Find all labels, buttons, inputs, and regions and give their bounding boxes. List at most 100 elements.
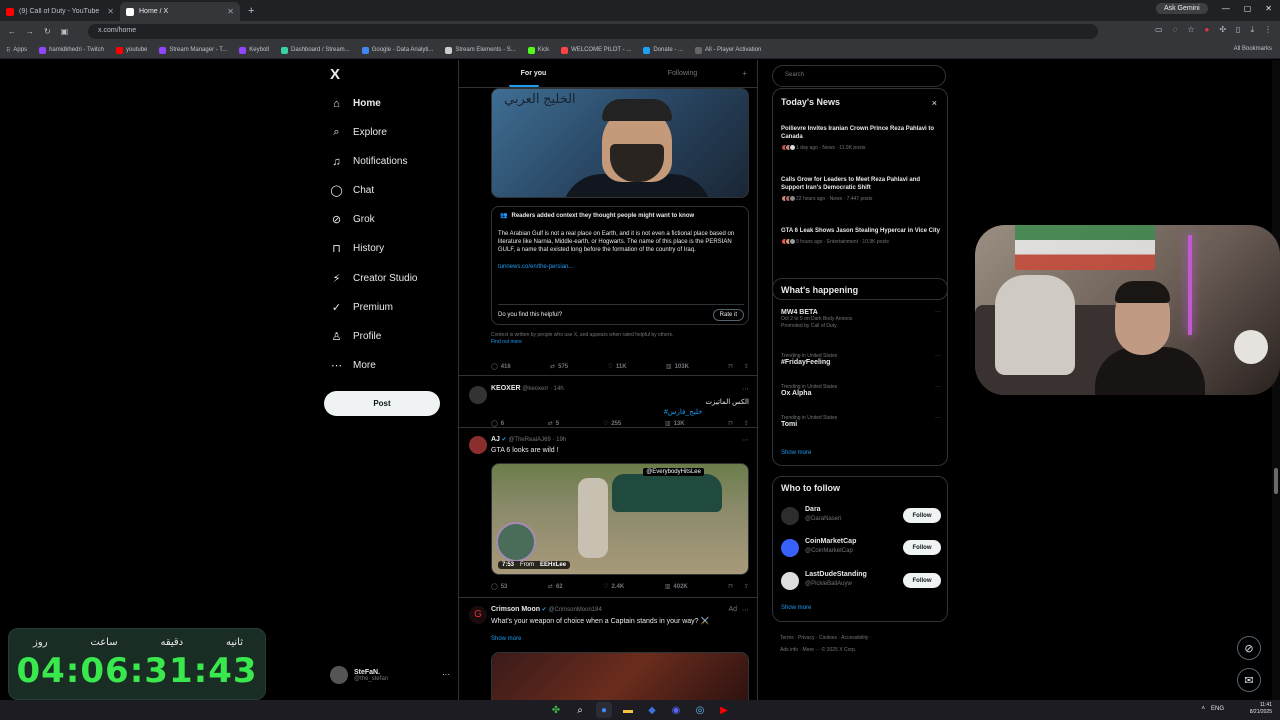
tweet-more-icon[interactable]: ⋯ (742, 436, 749, 444)
close-icon[interactable]: ✕ (227, 7, 234, 16)
clock[interactable]: 11:41 8/21/2025 (1250, 702, 1272, 716)
repost-button[interactable]: ⇄ 5 (548, 420, 559, 428)
page-scrollbar-thumb[interactable] (1274, 468, 1278, 494)
discord-icon[interactable]: ◉ (668, 702, 684, 718)
views-button[interactable]: ▥ 103K (666, 363, 689, 371)
trend-item[interactable]: Trending in United States Ox Alpha ··· (781, 384, 941, 397)
bookmark-item[interactable]: Kick (527, 46, 549, 54)
tab-search-icon[interactable]: ▣ (61, 27, 69, 36)
language-indicator[interactable]: ENG (1211, 706, 1224, 712)
follow-suggestion[interactable]: Dara @DaraNaseri Follow (781, 505, 941, 525)
browser-tab-x[interactable]: Home / X ✕ (120, 2, 240, 21)
start-icon[interactable]: ✤ (548, 702, 564, 718)
reply-button[interactable]: ◯ 6 (491, 420, 504, 428)
bookmark-button[interactable]: ⊓ ⇪ (728, 363, 749, 370)
tab-following[interactable]: Following (608, 60, 757, 87)
address-bar[interactable]: x.com/home (88, 24, 1098, 39)
views-button[interactable]: ▥ 402K (665, 583, 688, 591)
close-icon[interactable]: × (932, 98, 937, 108)
extension-icon[interactable]: ● (1205, 25, 1210, 35)
reload-icon[interactable]: ↻ (44, 27, 51, 36)
tweet-more-icon[interactable]: ⋯ (742, 385, 749, 393)
news-item[interactable]: Poilievre Invites Iranian Crown Prince R… (781, 125, 941, 151)
sidebar-icon[interactable]: ▯ (1236, 25, 1240, 35)
bookmark-button[interactable]: ⊓ ⇪ (728, 583, 749, 590)
nav-item-premium[interactable]: ✓ Premium (330, 301, 393, 314)
share-icon[interactable]: ⇪ (744, 363, 749, 370)
minimize-icon[interactable]: — (1222, 4, 1230, 13)
grok-floating-button[interactable]: ⊘ (1237, 636, 1261, 660)
chrome-icon[interactable]: ● (596, 702, 612, 718)
bookmark-item[interactable]: WELCOME PILOT - ... (561, 46, 631, 54)
follow-button[interactable]: Follow (903, 508, 941, 523)
repost-button[interactable]: ⇄ 62 (548, 583, 563, 591)
bookmark-item[interactable]: youtube (116, 46, 147, 54)
tab-for-you[interactable]: For you (459, 60, 608, 87)
eye-off-icon[interactable]: ◌ (1173, 25, 1178, 35)
tweet[interactable]: KEOXER @keoxerr · 14h ⋯ الکس الماتیزت #خ… (459, 375, 757, 433)
bookmark-button[interactable]: ⊓ ⇪ (728, 420, 749, 427)
show-more-link[interactable]: Show more (781, 605, 811, 611)
post-button[interactable]: Post (324, 391, 440, 416)
bookmark-item[interactable]: Dashboard / Stream... (280, 46, 350, 54)
follow-button[interactable]: Follow (903, 573, 941, 588)
show-more-link[interactable]: Show more (491, 636, 521, 642)
close-window-icon[interactable]: ✕ (1265, 4, 1272, 13)
feed-settings-icon[interactable]: + (742, 69, 747, 78)
views-button[interactable]: ▥ 13K (665, 420, 685, 428)
trend-more-icon[interactable]: ··· (935, 353, 941, 359)
news-item[interactable]: GTA 6 Leak Shows Jason Stealing Hypercar… (781, 227, 941, 245)
hashtag-link[interactable]: #خلیج_فارس (664, 408, 702, 416)
nav-item-grok[interactable]: ⊘ Grok (330, 213, 375, 226)
trend-item[interactable]: MW4 BETA Oct 2 to 5 on Dark Body Annoos … (781, 309, 941, 330)
nav-item-creator-studio[interactable]: ⚡ Creator Studio (330, 272, 418, 285)
apps-shortcut[interactable]: ⠿ Apps (6, 47, 27, 54)
bookmark-item[interactable]: Stream Elements - S... (445, 46, 516, 54)
show-more-link[interactable]: Show more (781, 450, 811, 456)
news-item[interactable]: Calls Grow for Leaders to Meet Reza Pahl… (781, 176, 941, 202)
download-icon[interactable]: ⤓ (1250, 25, 1254, 35)
like-button[interactable]: ♡ 255 (603, 420, 621, 428)
community-note-link[interactable]: tunnews.co/en/the-persian... (498, 264, 742, 270)
post-video[interactable]: @EverybodyHitsLee 7:53 From EEHxLee (491, 463, 749, 575)
tweet-more-icon[interactable]: ⋯ (742, 606, 749, 614)
reply-button[interactable]: ◯ 53 (491, 583, 507, 591)
bookmark-item[interactable]: Stream Manager - T... (159, 46, 227, 54)
forward-icon[interactable]: → (26, 27, 34, 36)
nav-item-history[interactable]: ⊓ History (330, 242, 384, 255)
post-image[interactable] (491, 652, 749, 700)
share-icon[interactable]: ⇪ (744, 420, 749, 427)
search-icon[interactable]: ⌕ (572, 702, 588, 718)
footer-links[interactable]: Ads info · More ··· © 2025 X Corp. (780, 644, 948, 656)
account-switcher[interactable]: SteFaN. @the_stefan ··· (330, 666, 450, 684)
trend-item[interactable]: Trending in United States #FridayFeeling… (781, 353, 941, 366)
close-icon[interactable]: ✕ (107, 7, 114, 16)
tray-chevron-icon[interactable]: ˄ (1201, 706, 1205, 712)
follow-suggestion[interactable]: LastDudeStanding @PickleBallAuyw Follow (781, 570, 941, 590)
star-icon[interactable]: ☆ (1187, 25, 1194, 35)
x-logo-icon[interactable]: X (330, 66, 340, 83)
follow-button[interactable]: Follow (903, 540, 941, 555)
back-icon[interactable]: ← (8, 27, 16, 36)
msi-icon[interactable]: ◆ (644, 702, 660, 718)
nav-item-chat[interactable]: ◯ Chat (330, 184, 374, 197)
folder-icon[interactable]: ▬ (620, 702, 636, 718)
bookmark-item[interactable]: All - Player Activation (695, 46, 761, 54)
maximize-icon[interactable]: ▢ (1244, 4, 1252, 13)
follow-suggestion[interactable]: CoinMarketCap @CoinMarketCap Follow (781, 537, 941, 557)
messages-floating-button[interactable]: ✉ (1237, 668, 1261, 692)
nav-item-profile[interactable]: ♙ Profile (330, 330, 382, 343)
trend-more-icon[interactable]: ··· (935, 415, 941, 421)
account-more-icon[interactable]: ··· (442, 670, 450, 679)
nav-item-home[interactable]: ⌂ Home (330, 97, 381, 110)
bookmark-item[interactable]: Keyboll (239, 46, 269, 54)
browser-tab-youtube[interactable]: (9) Call of Duty - YouTube ✕ (0, 2, 120, 21)
ask-gemini-button[interactable]: Ask Gemini (1155, 3, 1208, 14)
nav-item-notifications[interactable]: ♫ Notifications (330, 155, 407, 168)
puzzle-icon[interactable]: ✣ (1219, 25, 1226, 35)
cast-icon[interactable]: ▭ (1155, 25, 1163, 35)
youtube-icon[interactable]: ▶ (716, 702, 732, 718)
search-input[interactable]: Search (772, 65, 946, 87)
like-button[interactable]: ♡ 11K (607, 363, 626, 371)
steam-icon[interactable]: ◎ (692, 702, 708, 718)
